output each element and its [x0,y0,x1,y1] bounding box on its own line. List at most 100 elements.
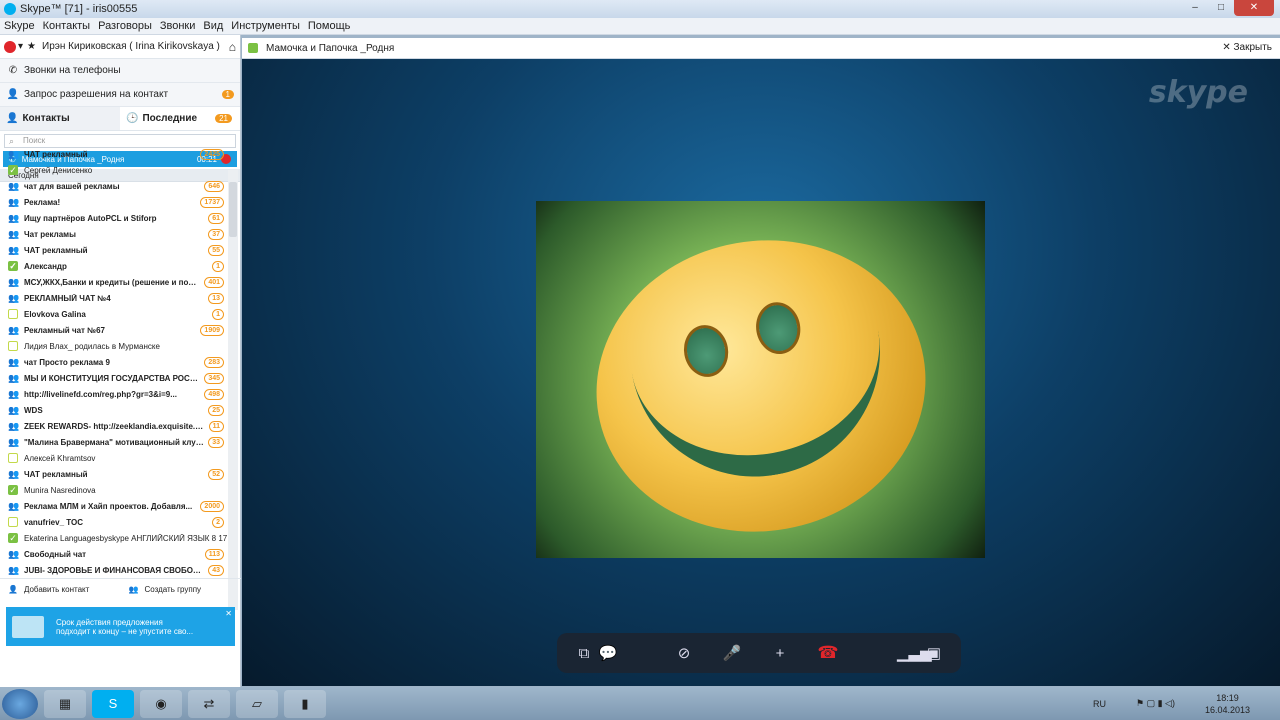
list-item-name: "Малина Бравермана" мотивационный клуб..… [24,437,205,447]
list-item[interactable]: ✓ Александр 1 [0,258,228,274]
unread-count-badge: 1737 [200,196,224,208]
list-item[interactable]: 👥 http://livelinefd.com/reg.php?gr=3&i=9.… [0,386,228,402]
profile-bar[interactable]: ▾ ★ Ирэн Кириковская ( Irina Kirikovskay… [0,35,240,59]
add-contact-label: Добавить контакт [23,585,90,594]
list-item[interactable]: 👥 JUBI- ЗДОРОВЬЕ И ФИНАНСОВАЯ СВОБОДА 43 [0,562,228,576]
list-item[interactable]: 👥 РЕКЛАМНЫЙ ЧАТ №4 13 [0,290,228,306]
chevron-down-icon[interactable]: ▾ [18,41,23,52]
unread-count-badge: 52 [208,468,224,480]
microphone-icon[interactable]: 🎤 [721,644,743,662]
list-item[interactable]: ✓ Лидия Влах_ родилась в Мурманске [0,338,228,354]
list-item[interactable]: 👥 Чат рекламы 37 [0,226,228,242]
video-area: skype ⧉ 💬 ⊘ 🎤 + ☎ ▁▃▅ ▣ [242,59,1280,686]
taskbar-explorer-icon[interactable]: ▦ [44,689,86,718]
taskbar-app-icon[interactable]: ▮ [284,689,326,718]
list-item[interactable]: ✓ Munira Nasredinova [0,482,228,498]
list-item[interactable]: 👥 Реклама! 1737 [0,194,228,210]
list-item[interactable]: 👥 Реклама МЛМ и Хайп проектов. Добавля...… [0,498,228,514]
status-icon[interactable] [4,40,16,53]
list-item[interactable]: 👥 WDS 25 [0,402,228,418]
clock-date: 16.04.2013 [1204,704,1250,715]
list-item[interactable]: 👥 ЧАТ рекламный 52 [0,466,228,482]
group-icon: 👥 [8,181,20,191]
unread-count-badge: 1 [212,260,224,272]
list-item-name: Алексей Khramtsov [24,453,96,463]
skype-logo-icon [4,3,16,15]
contact-status-icon: ✓ [8,453,18,464]
menu-skype[interactable]: Skype [4,20,35,32]
scrollbar-thumb[interactable] [229,182,237,237]
contact-status-icon: ✓ [8,485,18,495]
chat-icon[interactable]: 💬 [597,644,619,662]
menu-bar: Skype Контакты Разговоры Звонки Вид Инст… [0,18,1280,35]
taskbar-chrome-icon[interactable]: ◉ [140,689,182,718]
list-scrollbar[interactable] [228,170,238,610]
list-item[interactable]: ✓ Сергей Денисенко [0,162,228,178]
clock[interactable]: 18:19 16.04.2013 [1205,692,1250,716]
tab-recent[interactable]: 🕒 Последние 21 [120,107,240,130]
list-item[interactable]: 👥 "Малина Бравермана" мотивационный клуб.… [0,434,228,450]
list-item[interactable]: 👥 ZEEK REWARDS- http://zeeklandia.exquisi… [0,418,228,434]
taskbar-teamviewer-icon[interactable]: ⇄ [188,689,230,718]
create-group-button[interactable]: 👥 Создать группу [121,585,242,594]
start-button[interactable] [2,688,38,719]
menu-help[interactable]: Помощь [308,20,351,32]
add-people-icon[interactable]: ⧉ [573,645,595,662]
promo-line1: Срок действия предложения [56,617,163,627]
close-window-button[interactable]: ✕ [1234,0,1274,16]
list-item[interactable]: 👥 МСУ,ЖКХ,Банки и кредиты (решение и пом.… [0,274,228,290]
conversation-title[interactable]: Мамочка и Папочка _Родня [266,43,394,54]
create-group-label: Создать группу [144,585,202,594]
list-item[interactable]: 👥 Свободный чат 113 [0,546,228,562]
close-promo-icon[interactable]: ✕ [225,609,232,618]
fullscreen-icon[interactable]: ▣ [923,644,945,662]
window-title: Skype™ [71] - iris00555 [20,3,138,15]
phone-calls-item[interactable]: ✆ Звонки на телефоны [0,59,240,83]
list-item-name: vanufriev_ TOC [24,517,83,527]
recent-badge: 21 [215,114,232,123]
menu-view[interactable]: Вид [203,20,223,32]
list-item[interactable]: 👥 МЫ И КОНСТИТУЦИЯ ГОСУДАРСТВА РОССИ... 34… [0,370,228,386]
video-off-icon[interactable]: ⊘ [673,644,695,662]
list-item-name: Рекламный чат №67 [24,325,105,335]
menu-calls[interactable]: Звонки [160,20,196,32]
menu-conversations[interactable]: Разговоры [98,20,152,32]
add-contact-button[interactable]: 👤 Добавить контакт [0,585,121,594]
menu-tools[interactable]: Инструменты [231,20,300,32]
home-icon[interactable]: ⌂ [229,40,236,54]
menu-contacts[interactable]: Контакты [43,20,91,32]
tab-contacts[interactable]: 👤 Контакты [0,107,120,130]
list-item[interactable]: 👥 ЧАТ рекламный 2425 [0,146,228,162]
close-conversation-button[interactable]: ✕ Закрыть [1222,42,1272,53]
list-item-name: чат Просто реклама 9 [24,357,110,367]
auth-request-item[interactable]: 👤 Запрос разрешения на контакт 1 [0,83,240,107]
unread-count-badge: 25 [208,404,224,416]
list-item[interactable]: ✓ Ekaterina Languagesbyskype АНГЛИЙСКИЙ Я… [0,530,228,546]
unread-count-badge: 2425 [200,148,224,160]
group-icon: 👥 [8,277,20,287]
list-item-name: ЧАТ рекламный [24,149,88,159]
tab-recent-label: Последние [142,113,198,124]
list-item[interactable]: 👥 чат Просто реклама 9 283 [0,354,228,370]
list-item[interactable]: 👥 ЧАТ рекламный 55 [0,242,228,258]
tray-icons[interactable]: ⚑ ▢ ▮ ◁) [1136,698,1175,709]
taskbar-notes-icon[interactable]: ▱ [236,689,278,718]
taskbar-skype-icon[interactable]: S [92,689,134,718]
unread-count-badge: 33 [208,436,224,448]
list-item[interactable]: 👥 Рекламный чат №67 1909 [0,322,228,338]
list-item[interactable]: ✓ Elovkova Galina 1 [0,306,228,322]
list-item[interactable]: 👥 чат для вашей рекламы 646 [0,178,228,194]
language-indicator[interactable]: RU [1093,699,1106,709]
list-item[interactable]: 👥 Ищу партнёров AutoPCL и Stiforp 61 [0,210,228,226]
recent-list: 👥 ЧАТ рекламный 2425 ✓ Сергей Денисенко 👥 чат … [0,146,228,576]
profile-name[interactable]: Ирэн Кириковская ( Irina Kirikovskaya ) [42,41,220,52]
list-item[interactable]: ✓ Алексей Khramtsov [0,450,228,466]
list-item-name: Ищу партнёров AutoPCL и Stiforp [24,213,157,223]
minimize-button[interactable]: – [1182,0,1208,16]
contact-status-icon: ✓ [8,517,18,528]
plus-icon[interactable]: + [769,645,791,662]
maximize-button[interactable]: □ [1208,0,1234,16]
hang-up-icon[interactable]: ☎ [817,643,839,663]
list-item[interactable]: ✓ vanufriev_ TOC 2 [0,514,228,530]
promo-banner[interactable]: Срок действия предложения подходит к кон… [6,607,235,646]
